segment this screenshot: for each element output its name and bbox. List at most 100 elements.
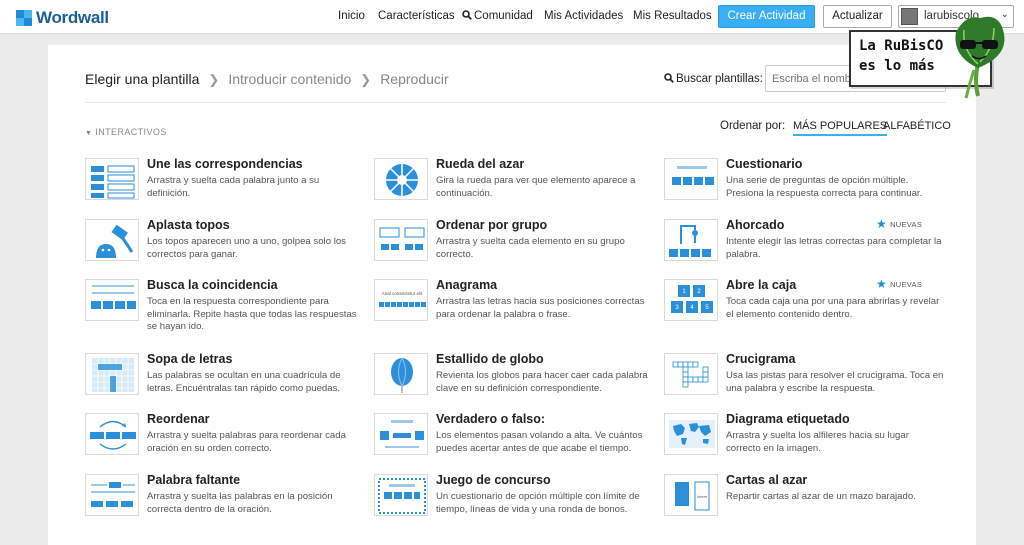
star-icon: ★ <box>876 277 888 291</box>
hangman-icon <box>669 225 711 257</box>
sticker-line-2: es lo más <box>859 58 935 74</box>
random-cards-thumb-text: lorem <box>697 494 708 499</box>
star-icon: ★ <box>876 217 888 231</box>
nav-features[interactable]: Características <box>378 10 455 22</box>
new-badge: ★ NUEVAS <box>876 277 922 291</box>
divider <box>85 102 946 103</box>
template-description: Arrastra las letras hacia sus posiciones… <box>436 296 645 320</box>
hangman-thumbnail <box>664 219 718 261</box>
template-title: Palabra faltante <box>147 473 241 487</box>
search-icon <box>462 10 472 20</box>
nav-home[interactable]: Inicio <box>338 10 365 22</box>
template-description: Arrastra y suelta los alfileres hacia su… <box>726 430 909 454</box>
sort-alphabetic[interactable]: ALFABÉTICO <box>883 120 951 132</box>
template-description: Una serie de preguntas de opción múltipl… <box>726 175 923 199</box>
template-title: Estallido de globo <box>436 352 544 366</box>
template-description: Repartir cartas al azar de un mazo baraj… <box>726 491 916 502</box>
labelled-diagram-thumbnail <box>664 413 718 455</box>
template-unjumble[interactable]: Reordenar Arrastra y suelta palabras par… <box>85 412 355 468</box>
new-badge: ★ NUEVAS <box>876 217 922 231</box>
template-title: Cuestionario <box>726 157 803 171</box>
update-button[interactable]: Actualizar <box>823 5 892 28</box>
template-true-or-false[interactable]: Verdadero o falso: Los elementos pasan v… <box>374 412 644 468</box>
crossword-icon <box>672 361 709 388</box>
template-random-cards[interactable]: lorem Cartas al azar Repartir cartas al … <box>664 473 934 529</box>
template-title: Busca la coincidencia <box>147 278 278 292</box>
template-description: Los topos aparecen uno a uno, golpea sol… <box>147 236 346 260</box>
anagram-icon: Anal consectetur elit <box>379 291 426 307</box>
true-or-false-thumbnail <box>374 413 428 455</box>
true-false-icon <box>380 420 424 448</box>
template-title: Aplasta topos <box>147 218 230 232</box>
gameshow-quiz-thumbnail <box>374 474 428 516</box>
section-label: INTERACTIVOS <box>95 127 167 137</box>
template-balloon-pop[interactable]: Estallido de globo Revienta los globos p… <box>374 352 648 408</box>
wordsearch-grid-icon <box>92 358 134 392</box>
new-badge-label: NUEVAS <box>890 220 923 229</box>
search-templates-label: Buscar plantillas: <box>664 73 763 85</box>
template-title: Ordenar por grupo <box>436 218 548 232</box>
wheel-icon <box>386 164 418 196</box>
template-find-the-match[interactable]: Busca la coincidencia Toca en la respues… <box>85 278 357 334</box>
wordwall-logo[interactable]: Wordwall <box>16 8 109 28</box>
template-title: Crucigrama <box>726 352 796 366</box>
template-crossword[interactable]: Crucigrama Usa las pistas para resolver … <box>664 352 943 408</box>
spinach-mascot-icon <box>955 16 1005 99</box>
nav-my-activities[interactable]: Mis Actividades <box>544 10 623 22</box>
template-description: Intente elegir las letras correctas para… <box>726 236 942 260</box>
gameshow-icon <box>378 478 426 514</box>
template-description: Arrastra y suelta cada elemento en su gr… <box>436 236 625 260</box>
section-interactives-toggle[interactable]: ▼ INTERACTIVOS <box>85 127 167 137</box>
hammer-icon <box>96 224 134 258</box>
template-open-the-box[interactable]: 12345 Abre la caja ★ NUEVAS Toca cada caj… <box>664 277 939 334</box>
template-whack-a-mole[interactable]: Aplasta topos Los topos aparecen uno a u… <box>85 218 355 274</box>
template-random-wheel[interactable]: Rueda del azar Gira la rueda para ver qu… <box>374 157 644 213</box>
template-group-sort[interactable]: Ordenar por grupo Arrastra y suelta cada… <box>374 218 644 274</box>
template-gameshow-quiz[interactable]: Juego de concurso Un cuestionario de opc… <box>374 473 644 529</box>
anagram-thumbnail: Anal consectetur elit <box>374 279 428 321</box>
template-description: Gira la rueda para ver que elemento apar… <box>436 175 636 199</box>
template-description: Los elementos pasan volando a alta. Ve c… <box>436 430 643 454</box>
top-bar: Wordwall Inicio Características Comunida… <box>0 0 1024 34</box>
step-play: Reproducir <box>380 71 449 87</box>
anagram-thumb-text: Anal consectetur elit <box>382 291 423 296</box>
sort-most-popular[interactable]: MÁS POPULARES <box>793 120 888 136</box>
crossword-thumbnail <box>664 353 718 395</box>
template-title: Anagrama <box>436 278 498 292</box>
template-title: Verdadero o falso: <box>436 412 546 426</box>
template-description: Toca cada caja una por una para abrirlas… <box>726 296 940 320</box>
logo-text: Wordwall <box>36 8 109 27</box>
template-title: Juego de concurso <box>436 473 551 487</box>
template-match-up[interactable]: Une las correspondencias Arrastra y suel… <box>85 157 355 213</box>
quiz-thumbnail <box>664 158 718 200</box>
breadcrumb: Elegir una plantilla ❯ Introducir contenid… <box>85 71 449 88</box>
template-description: Arrastra y suelta las palabras en la pos… <box>147 491 333 515</box>
random-cards-thumbnail: lorem <box>664 474 718 516</box>
template-wordsearch[interactable]: Sopa de letras Las palabras se ocultan e… <box>85 352 355 408</box>
step-enter-content: Introducir contenido <box>228 71 352 87</box>
find-the-match-thumbnail <box>85 279 139 321</box>
template-title: Une las correspondencias <box>147 157 303 171</box>
template-title: Diagrama etiquetado <box>726 412 850 426</box>
template-quiz[interactable]: Cuestionario Una serie de preguntas de o… <box>664 157 934 213</box>
nav-my-results[interactable]: Mis Resultados <box>633 10 712 22</box>
logo-icon <box>16 10 32 26</box>
template-labelled-diagram[interactable]: Diagrama etiquetado Arrastra y suelta lo… <box>664 412 934 468</box>
open-the-box-thumbnail: 12345 <box>664 279 718 321</box>
avatar <box>901 8 918 25</box>
sort-label: Ordenar por: <box>720 120 786 132</box>
cards-icon: lorem <box>675 481 710 511</box>
chevron-right-icon: ❯ <box>208 72 220 87</box>
find-the-match-icon <box>91 285 136 309</box>
template-anagram[interactable]: Anal consectetur elit Anagrama Arrastra … <box>374 278 644 334</box>
template-description: Revienta los globos para hacer caer cada… <box>436 370 648 394</box>
template-hangman[interactable]: Ahorcado ★ NUEVAS Intente elegir las letr… <box>664 217 941 274</box>
create-activity-button[interactable]: Crear Actividad <box>718 5 815 28</box>
template-missing-word[interactable]: Palabra faltante Arrastra y suelta las p… <box>85 473 355 529</box>
unjumble-thumbnail <box>85 413 139 455</box>
search-icon <box>664 73 674 83</box>
match-up-thumbnail <box>85 158 139 200</box>
template-description: Las palabras se ocultan en una cuadrícul… <box>147 370 341 394</box>
open-the-box-icon: 1 23 4 5 <box>671 285 713 313</box>
nav-community[interactable]: Comunidad <box>462 10 533 22</box>
